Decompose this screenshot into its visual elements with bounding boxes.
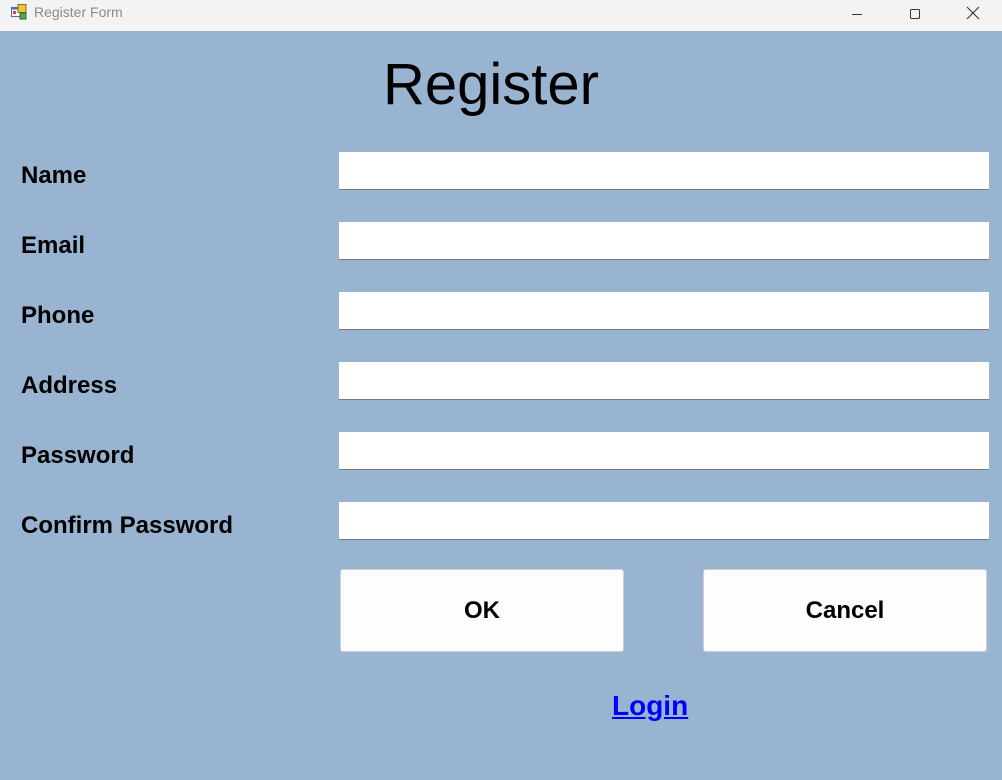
ok-button[interactable]: OK xyxy=(340,569,624,652)
password-label: Password xyxy=(21,442,135,469)
email-label: Email xyxy=(21,232,86,259)
register-form-window: Register Form Register Name Email Phone … xyxy=(0,0,1002,780)
close-button[interactable] xyxy=(950,0,996,31)
name-field[interactable] xyxy=(339,152,989,190)
confirm-password-field[interactable] xyxy=(339,502,989,540)
email-field[interactable] xyxy=(339,222,989,260)
password-field[interactable] xyxy=(339,432,989,470)
cancel-button[interactable]: Cancel xyxy=(703,569,987,652)
phone-label: Phone xyxy=(21,302,95,329)
title-bar[interactable]: Register Form xyxy=(0,0,1002,31)
minimize-icon xyxy=(851,7,863,25)
page-title: Register xyxy=(383,52,599,117)
winforms-app-icon xyxy=(11,4,27,20)
login-link[interactable]: Login xyxy=(612,690,688,722)
window-title: Register Form xyxy=(34,4,123,20)
name-label: Name xyxy=(21,162,87,189)
address-field[interactable] xyxy=(339,362,989,400)
phone-field[interactable] xyxy=(339,292,989,330)
confirm-password-label: Confirm Password xyxy=(21,512,234,539)
minimize-button[interactable] xyxy=(834,0,880,31)
address-label: Address xyxy=(21,372,118,399)
maximize-icon xyxy=(909,7,921,25)
close-icon xyxy=(966,6,980,25)
maximize-button[interactable] xyxy=(892,0,938,31)
